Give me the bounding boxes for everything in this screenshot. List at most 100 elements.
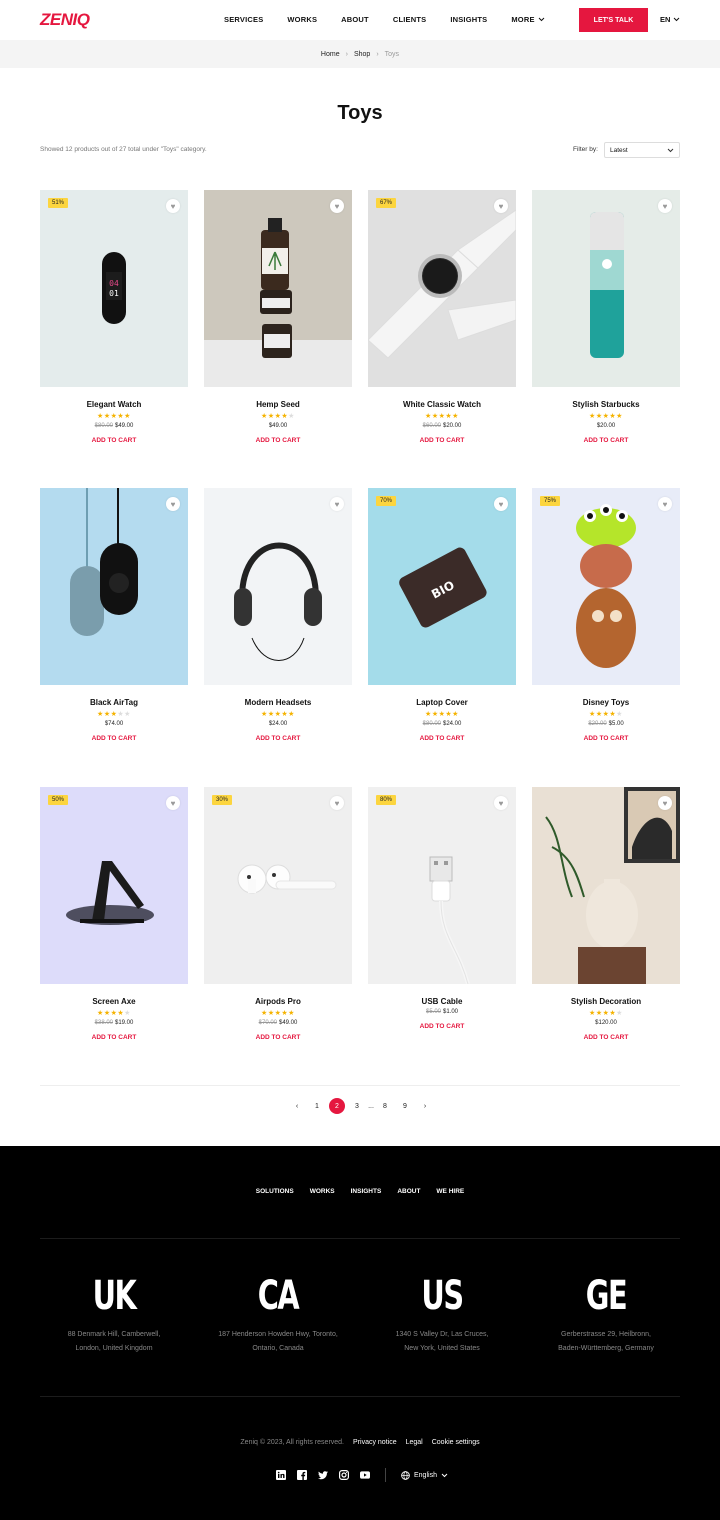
filter-select[interactable]: Latest [604,142,680,158]
nav-item-insights[interactable]: INSIGHTS [450,15,487,24]
product-name[interactable]: Screen Axe [40,997,188,1006]
language-selector[interactable]: EN [660,15,680,24]
product-image[interactable]: 75% ♥ [532,488,680,685]
wishlist-heart-icon[interactable]: ♥ [166,796,180,810]
product-image[interactable]: 30% ♥ [204,787,352,984]
product-name[interactable]: Modern Headsets [204,698,352,707]
product-image[interactable]: 80% ♥ [368,787,516,984]
product-rating: ★★★★★ [204,1009,352,1017]
product-card[interactable]: ♥ Hemp Seed ★★★★★ $49.00 ADD TO CART [204,190,352,444]
add-to-cart-button[interactable]: ADD TO CART [40,437,188,444]
wishlist-heart-icon[interactable]: ♥ [494,199,508,213]
next-page-icon[interactable]: › [415,1103,435,1110]
page-2-active[interactable]: 2 [329,1098,345,1114]
cookie-settings-link[interactable]: Cookie settings [432,1439,480,1446]
add-to-cart-button[interactable]: ADD TO CART [204,735,352,742]
wishlist-heart-icon[interactable]: ♥ [658,199,672,213]
page-1[interactable]: 1 [307,1103,327,1110]
product-image[interactable]: 50% ♥ [40,787,188,984]
add-to-cart-button[interactable]: ADD TO CART [40,735,188,742]
wishlist-heart-icon[interactable]: ♥ [166,497,180,511]
office-address: 187 Henderson Howden Hwy, Toronto, Ontar… [198,1328,358,1356]
wishlist-heart-icon[interactable]: ♥ [494,497,508,511]
footer-language-selector[interactable]: English [401,1470,448,1480]
logo[interactable]: ZENIQ [40,10,90,30]
product-card[interactable]: ♥ Stylish Decoration ★★★★★ $120.00 ADD TO CA… [532,787,680,1041]
wishlist-heart-icon[interactable]: ♥ [330,199,344,213]
product-name[interactable]: Laptop Cover [368,698,516,707]
product-image[interactable]: ♥ [532,787,680,984]
footer-nav-about[interactable]: ABOUT [397,1188,420,1195]
product-card[interactable]: 80% ♥ USB Cable $5.00 $1.00 ADD TO CART [368,787,516,1030]
wishlist-heart-icon[interactable]: ♥ [330,497,344,511]
product-card[interactable]: ♥ Modern Headsets ★★★★★ $24.00 ADD TO CART [204,488,352,742]
product-image[interactable]: BIO 70% ♥ [368,488,516,685]
wishlist-heart-icon[interactable]: ♥ [658,796,672,810]
wishlist-heart-icon[interactable]: ♥ [658,497,672,511]
product-card[interactable]: 04 01 51% ♥ Elegant Watch ★★★★★ $80.00 $49.00 AD… [40,190,188,444]
product-card[interactable]: 75% ♥ Disney Toys ★★★★★ $20.00 $5.00 ADD TO CA… [532,488,680,742]
product-card[interactable]: BIO 70% ♥ Laptop Cover ★★★★★ $80.00 $24.00 ADD … [368,488,516,742]
add-to-cart-button[interactable]: ADD TO CART [40,1034,188,1041]
product-name[interactable]: Stylish Starbucks [532,400,680,409]
current-price: $19.00 [115,1020,134,1026]
add-to-cart-button[interactable]: ADD TO CART [368,735,516,742]
nav-item-services[interactable]: SERVICES [224,15,263,24]
product-name[interactable]: Stylish Decoration [532,997,680,1006]
star-icon: ★ [616,1010,623,1017]
add-to-cart-button[interactable]: ADD TO CART [532,1034,680,1041]
footer-nav-we-hire[interactable]: WE HIRE [436,1188,464,1195]
current-price: $20.00 [443,423,462,429]
product-card[interactable]: ♥ Stylish Starbucks ★★★★★ $20.00 ADD TO CART [532,190,680,444]
page-9[interactable]: 9 [395,1103,415,1110]
twitter-icon[interactable] [318,1470,328,1480]
product-card[interactable]: 30% ♥ Airpods Pro ★★★★★ $70.00 $49.00 ADD TO C… [204,787,352,1041]
product-name[interactable]: USB Cable [368,997,516,1006]
product-name[interactable]: Airpods Pro [204,997,352,1006]
nav-item-works[interactable]: WORKS [287,15,317,24]
product-name[interactable]: Elegant Watch [40,400,188,409]
product-name[interactable]: White Classic Watch [368,400,516,409]
privacy-notice-link[interactable]: Privacy notice [353,1439,397,1446]
nav-item-clients[interactable]: CLIENTS [393,15,426,24]
product-image[interactable]: ♥ [204,190,352,387]
legal-link[interactable]: Legal [406,1439,423,1446]
product-image[interactable]: ♥ [532,190,680,387]
add-to-cart-button[interactable]: ADD TO CART [204,1034,352,1041]
page-8[interactable]: 8 [375,1103,395,1110]
wishlist-heart-icon[interactable]: ♥ [166,199,180,213]
product-image[interactable]: 04 01 51% ♥ [40,190,188,387]
product-name[interactable]: Black AirTag [40,698,188,707]
star-icon: ★ [124,711,131,718]
linkedin-icon[interactable] [276,1470,286,1480]
old-price: $38.00 [94,1020,113,1026]
product-image[interactable]: ♥ [204,488,352,685]
nav-item-about[interactable]: ABOUT [341,15,369,24]
add-to-cart-button[interactable]: ADD TO CART [368,437,516,444]
footer-nav-works[interactable]: WORKS [310,1188,335,1195]
breadcrumb-home[interactable]: Home [321,51,340,58]
lets-talk-button[interactable]: LET'S TALK [579,8,648,32]
product-name[interactable]: Hemp Seed [204,400,352,409]
add-to-cart-button[interactable]: ADD TO CART [368,1023,516,1030]
product-image[interactable]: 67% ♥ [368,190,516,387]
footer-nav-insights[interactable]: INSIGHTS [351,1188,382,1195]
breadcrumb-shop[interactable]: Shop [354,51,370,58]
facebook-icon[interactable] [297,1470,307,1480]
product-name[interactable]: Disney Toys [532,698,680,707]
instagram-icon[interactable] [339,1470,349,1480]
product-card[interactable]: 50% ♥ Screen Axe ★★★★★ $38.00 $19.00 ADD TO CA… [40,787,188,1041]
wishlist-heart-icon[interactable]: ♥ [494,796,508,810]
product-card[interactable]: ♥ Black AirTag ★★★★★ $74.00 ADD TO CART [40,488,188,742]
page-3[interactable]: 3 [347,1103,367,1110]
add-to-cart-button[interactable]: ADD TO CART [204,437,352,444]
prev-page-icon[interactable]: ‹ [287,1103,307,1110]
footer-nav-solutions[interactable]: SOLUTIONS [256,1188,294,1195]
add-to-cart-button[interactable]: ADD TO CART [532,437,680,444]
wishlist-heart-icon[interactable]: ♥ [330,796,344,810]
youtube-icon[interactable] [360,1470,370,1480]
add-to-cart-button[interactable]: ADD TO CART [532,735,680,742]
nav-item-more[interactable]: MORE [511,15,545,24]
product-image[interactable]: ♥ [40,488,188,685]
product-card[interactable]: 67% ♥ White Classic Watch ★★★★★ $60.00 $20.00… [368,190,516,444]
